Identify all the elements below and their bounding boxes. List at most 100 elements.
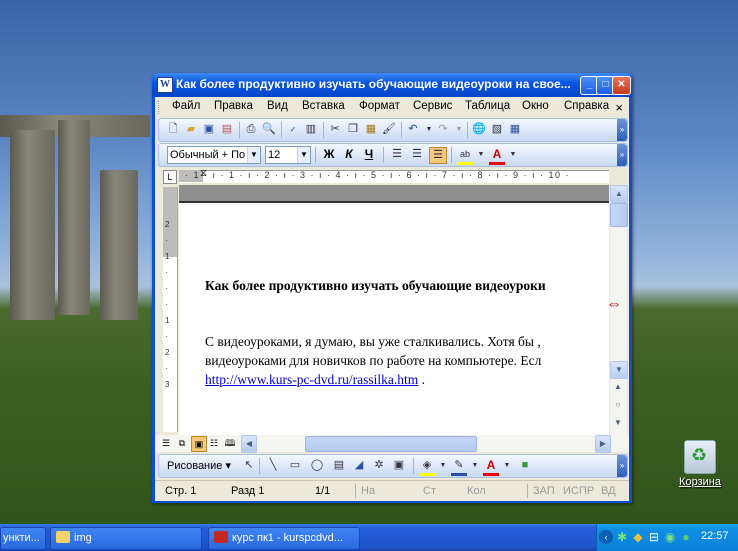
toolbar-options-icon[interactable]: » — [617, 119, 627, 141]
cut-icon[interactable]: ✂ — [327, 122, 343, 137]
menu-format[interactable]: Формат — [359, 100, 400, 112]
drawing-menu-button[interactable]: Рисование ▾ — [167, 459, 231, 472]
font-color-icon[interactable]: A — [483, 458, 499, 476]
redo-dropdown-icon[interactable]: ▼ — [451, 122, 467, 137]
grip-icon[interactable] — [158, 100, 162, 114]
network-icon[interactable]: ⊟ — [647, 530, 661, 544]
chevron-down-icon[interactable]: ▼ — [297, 147, 310, 163]
wordart-icon[interactable]: ◢ — [351, 458, 367, 473]
open-icon[interactable]: ▰ — [183, 122, 199, 137]
menu-insert[interactable]: Вставка — [302, 100, 345, 112]
toolbar-separator — [413, 458, 414, 474]
line-color-dropdown-icon[interactable]: ▼ — [467, 458, 483, 473]
bold-button[interactable]: Ж — [321, 147, 337, 162]
highlight-icon[interactable]: ab — [457, 147, 473, 165]
format-painter-icon[interactable]: 🖌 — [381, 122, 397, 137]
print-layout-icon[interactable]: ▣ — [191, 436, 207, 452]
justify-icon[interactable]: ☰ — [429, 147, 447, 164]
style-select[interactable]: Обычный + По ц ▼ — [167, 146, 261, 164]
outline-view-icon[interactable]: ☷ — [207, 436, 221, 450]
clipart-icon[interactable]: ▣ — [391, 458, 407, 473]
copy-icon[interactable]: ❐ — [345, 122, 361, 137]
oval-icon[interactable]: ◯ — [309, 458, 325, 473]
insert-table-icon[interactable]: ▦ — [507, 122, 523, 137]
scroll-up-icon[interactable]: ▲ — [610, 185, 628, 203]
next-page-icon[interactable]: ▼ — [610, 415, 626, 431]
select-arrow-icon[interactable]: ↖ — [241, 458, 257, 473]
spelling-icon[interactable]: ✓ — [285, 122, 301, 137]
select-browse-object-icon[interactable]: ○ — [610, 397, 626, 413]
document-link[interactable]: http://www.kurs-pc-dvd.ru/rassilka.htm — [205, 372, 418, 387]
save-icon[interactable]: ▣ — [201, 122, 217, 137]
undo-icon[interactable]: ↶ — [405, 122, 421, 137]
fill-color-icon[interactable]: ◈ — [419, 458, 435, 476]
menu-window[interactable]: Окно — [522, 100, 549, 112]
tray-app-icon[interactable]: ● — [679, 530, 693, 544]
tray-expand-icon[interactable]: ‹ — [599, 530, 613, 544]
tab-selector[interactable]: L — [163, 170, 177, 184]
word-app-icon[interactable]: W — [157, 77, 173, 93]
italic-button[interactable]: К — [341, 147, 357, 162]
permission-icon[interactable]: ▤ — [219, 122, 235, 137]
highlight-dropdown-icon[interactable]: ▼ — [473, 147, 489, 162]
menu-table[interactable]: Таблица — [465, 100, 510, 112]
new-doc-icon[interactable]: 🗋 — [165, 122, 181, 137]
title-bar[interactable]: W Как более продуктивно изучать обучающи… — [152, 73, 632, 97]
horizontal-scroll-thumb[interactable] — [305, 436, 477, 452]
line-icon[interactable]: ╲ — [265, 458, 281, 473]
redo-icon[interactable]: ↷ — [435, 122, 451, 137]
font-color-dropdown-icon[interactable]: ▼ — [505, 147, 521, 162]
fill-color-dropdown-icon[interactable]: ▼ — [435, 458, 451, 473]
menu-view[interactable]: Вид — [267, 100, 288, 112]
menu-tools[interactable]: Сервис — [413, 100, 452, 112]
paste-icon[interactable]: ▦ — [363, 122, 379, 137]
web-view-icon[interactable]: ⧉ — [175, 436, 189, 450]
status-trk[interactable]: ИСПР — [563, 485, 594, 497]
document-area[interactable]: Как более продуктивно изучать обучающие … — [179, 185, 609, 435]
textbox-icon[interactable]: ▤ — [331, 458, 347, 473]
hyperlink-icon[interactable]: 🌐 — [471, 122, 487, 137]
tables-borders-icon[interactable]: ▧ — [489, 122, 505, 137]
font-size-select[interactable]: 12 ▼ — [265, 146, 311, 164]
underline-button[interactable]: Ч — [361, 147, 377, 162]
font-color-dropdown-icon[interactable]: ▼ — [499, 458, 515, 473]
font-color-icon[interactable]: A — [489, 147, 505, 165]
close-document-icon[interactable]: × — [615, 100, 623, 115]
scroll-left-icon[interactable]: ◀ — [241, 435, 257, 453]
tray-app-icon[interactable]: ◉ — [663, 530, 677, 544]
scroll-thumb[interactable] — [610, 203, 628, 227]
print-preview-icon[interactable]: 🔍 — [261, 122, 277, 137]
print-icon[interactable]: ⎙ — [243, 122, 259, 137]
diagram-icon[interactable]: ✲ — [371, 458, 387, 473]
scroll-right-icon[interactable]: ▶ — [595, 435, 611, 453]
status-rec[interactable]: ЗАП — [533, 485, 555, 497]
toolbar-separator — [259, 458, 260, 474]
menu-file[interactable]: Файл — [172, 100, 200, 112]
toolbar-options-icon[interactable]: » — [617, 455, 627, 477]
menu-help[interactable]: Справка — [564, 100, 609, 112]
recycle-bin[interactable]: Корзина — [670, 440, 730, 488]
align-left-icon[interactable]: ☰ — [389, 147, 405, 162]
shadow-icon[interactable]: ■ — [517, 458, 533, 473]
taskbar-item[interactable]: ункти... — [0, 527, 46, 550]
taskbar-item-img[interactable]: img — [50, 527, 202, 550]
menu-edit[interactable]: Правка — [214, 100, 253, 112]
tray-app-icon[interactable]: ✱ — [615, 530, 629, 544]
toolbar-options-icon[interactable]: » — [617, 144, 627, 166]
close-button[interactable]: ✕ — [612, 76, 631, 95]
prev-page-icon[interactable]: ▲ — [610, 379, 626, 395]
indent-marker-icon[interactable]: ⧖ — [200, 168, 207, 179]
horizontal-scrollbar[interactable]: ☰ ⧉ ▣ ☷ 🕮 ◀ ▶ — [155, 435, 629, 453]
line-color-icon[interactable]: ✎ — [451, 458, 467, 476]
align-center-icon[interactable]: ☰ — [409, 147, 425, 162]
status-ext[interactable]: ВД — [601, 485, 616, 497]
normal-view-icon[interactable]: ☰ — [159, 436, 173, 450]
research-icon[interactable]: ▥ — [303, 122, 319, 137]
reading-view-icon[interactable]: 🕮 — [223, 436, 237, 450]
rectangle-icon[interactable]: ▭ — [287, 458, 303, 473]
taskbar-item-filezilla[interactable]: курс пк1 - kurspcdvd... — [208, 527, 360, 550]
tray-app-icon[interactable]: ◆ — [631, 530, 645, 544]
scroll-down-icon[interactable]: ▼ — [610, 361, 628, 379]
chevron-down-icon[interactable]: ▼ — [247, 147, 260, 163]
horizontal-ruler[interactable]: L · 1 · ı · 1 · ı · 2 · ı · 3 · ı · 4 · … — [155, 168, 629, 184]
